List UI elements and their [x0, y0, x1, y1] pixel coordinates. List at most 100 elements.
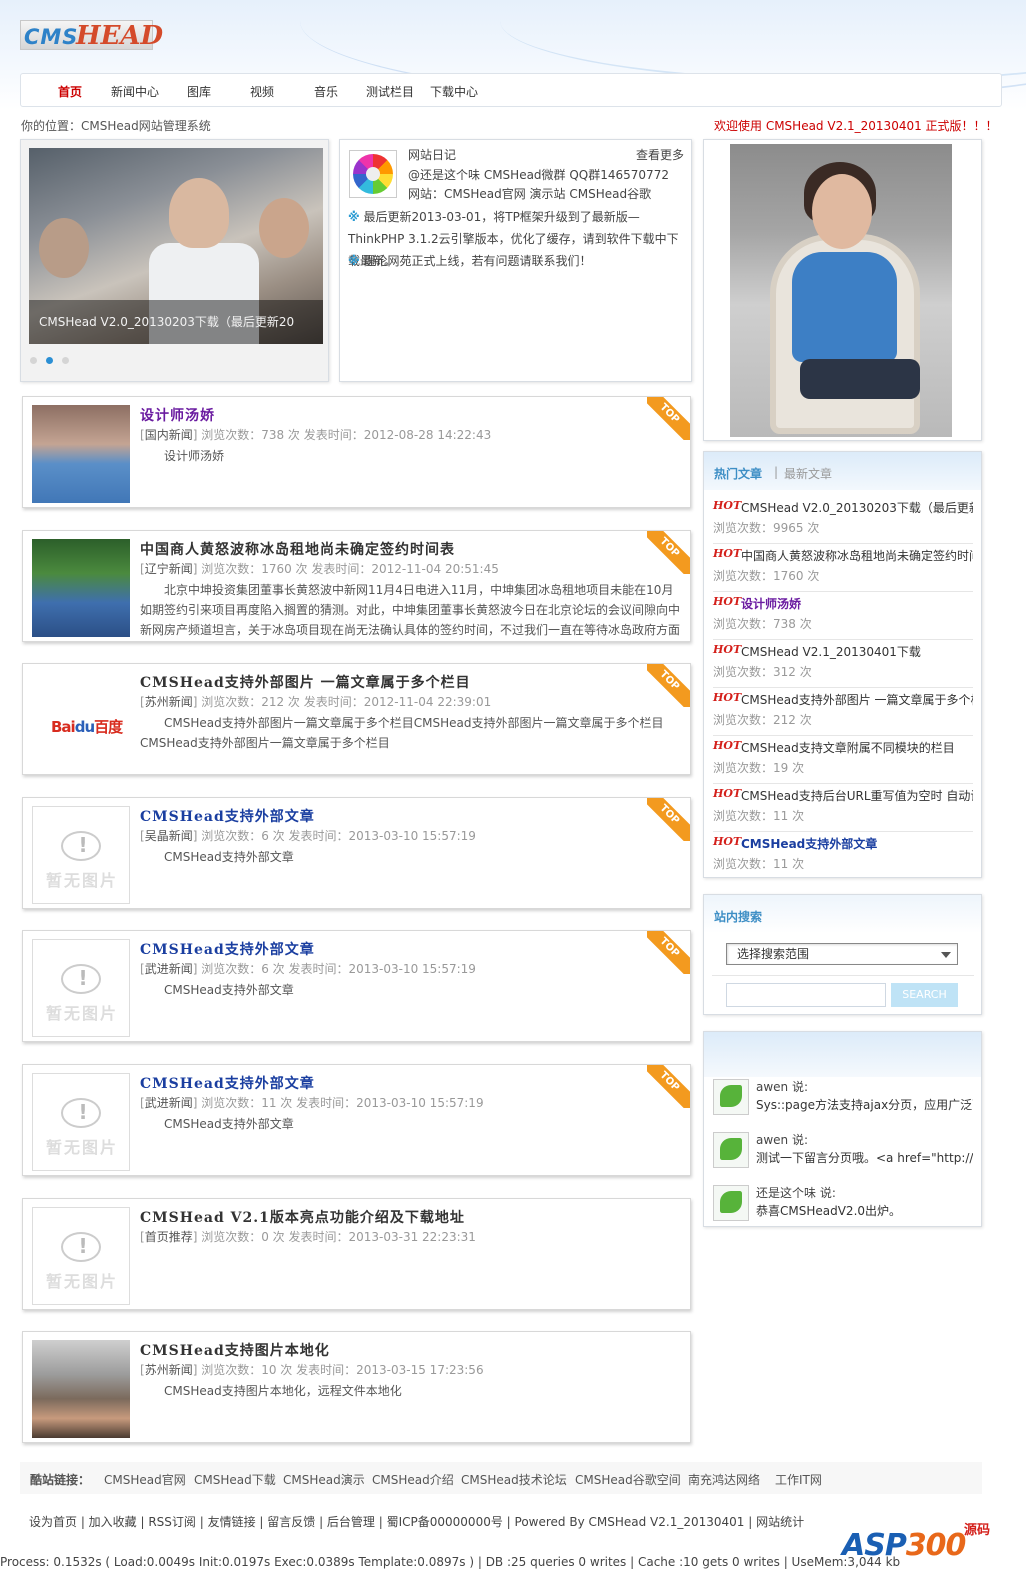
- guestbook-message[interactable]: 恭喜CMSHeadV2.0出炉。: [756, 1202, 973, 1219]
- article-thumbnail[interactable]: [32, 1340, 130, 1438]
- hot-article-views: 浏览次数：212 次: [713, 713, 812, 727]
- friend-link[interactable]: CMSHead介绍: [372, 1471, 454, 1488]
- footer-links[interactable]: 设为首页 | 加入收藏 | RSS订阅 | 友情链接 | 留言反馈 | 后台管理…: [29, 1513, 804, 1530]
- no-image-thumbnail[interactable]: ! 暂无图片: [32, 939, 130, 1037]
- no-image-thumbnail[interactable]: ! 暂无图片: [32, 1073, 130, 1171]
- friend-link[interactable]: CMSHead技术论坛: [461, 1471, 567, 1488]
- slider-dot-2[interactable]: [46, 357, 53, 364]
- hot-article-item[interactable]: HOT CMSHead支持文章附属不同模块的栏目 浏览次数：19 次: [713, 736, 973, 784]
- main-nav: 首页 新闻中心 图库 视频 音乐 测试栏目 下载中心: [20, 73, 1002, 107]
- hot-badge: HOT: [713, 547, 742, 560]
- article-title[interactable]: CMSHead支持外部文章: [140, 1073, 315, 1093]
- nav-video[interactable]: 视频: [250, 83, 274, 100]
- hot-article-item[interactable]: HOT CMSHead V2.0_20130203下载（最后更新2 浏览次数：996…: [713, 496, 973, 544]
- nav-gallery[interactable]: 图库: [187, 83, 211, 100]
- hot-article-title[interactable]: CMSHead支持文章附属不同模块的栏目: [741, 739, 973, 756]
- article-thumbnail[interactable]: [32, 405, 130, 503]
- nav-news[interactable]: 新闻中心: [111, 83, 159, 100]
- article-title[interactable]: 设计师汤娇: [140, 405, 215, 425]
- site-logo[interactable]: CMS HEAD: [20, 20, 163, 51]
- article-card: ! 暂无图片 CMSHead支持外部文章 [吴晶新闻] 浏览次数：6 次 发表时间…: [22, 797, 691, 909]
- nav-music[interactable]: 音乐: [314, 83, 338, 100]
- breadcrumb: 你的位置：CMSHead网站管理系统: [21, 119, 211, 133]
- guestbook-item[interactable]: awen 说: 测试一下留言分页哦。<a href="http://w: [713, 1129, 973, 1177]
- divider: [712, 975, 974, 976]
- article-meta: [苏州新闻] 浏览次数：10 次 发表时间：2013-03-15 17:23:5…: [140, 1363, 484, 1377]
- article-meta: [武进新闻] 浏览次数：6 次 发表时间：2013-03-10 15:57:19: [140, 962, 476, 976]
- friend-link[interactable]: 南充鸿达网络: [688, 1471, 760, 1488]
- article-thumbnail[interactable]: [32, 539, 130, 637]
- article-title[interactable]: CMSHead支持图片本地化: [140, 1340, 330, 1360]
- hot-article-title[interactable]: CMSHead V2.1_20130401下载: [741, 643, 973, 660]
- hot-articles-panel: 热门文章 | 最新文章 HOT CMSHead V2.0_20130203下载（最…: [703, 451, 982, 878]
- tab-latest-articles[interactable]: 最新文章: [784, 465, 832, 482]
- friend-link[interactable]: 工作IT网: [775, 1471, 822, 1488]
- search-title: 站内搜索: [714, 910, 763, 924]
- article-card: Baidu百度 CMSHead支持外部图片 一篇文章属于多个栏目 [苏州新闻] …: [22, 663, 691, 775]
- hot-article-item[interactable]: HOT CMSHead支持外部文章 浏览次数：11 次: [713, 832, 973, 880]
- friend-link[interactable]: CMSHead谷歌空间: [575, 1471, 681, 1488]
- guestbook-panel: awen 说: Sys::page方法支持ajax分页，应用广泛而 awen 说:…: [703, 1031, 982, 1227]
- nav-home[interactable]: 首页: [58, 83, 82, 100]
- hot-article-title[interactable]: CMSHead支持后台URL重写值为空时 自动设: [741, 787, 973, 804]
- article-card: ! 暂无图片 CMSHead V2.1版本亮点功能介绍及下载地址 [首页推荐] 浏…: [22, 1198, 691, 1310]
- hot-article-views: 浏览次数：11 次: [713, 809, 805, 823]
- friend-link[interactable]: CMSHead官网: [104, 1471, 186, 1488]
- guestbook-message[interactable]: 测试一下留言分页哦。<a href="http://w: [756, 1149, 973, 1166]
- diary-line-qq: @还是这个味 CMSHead微群 QQ群146570772: [408, 168, 669, 182]
- hot-article-title[interactable]: CMSHead支持外部文章: [741, 835, 973, 852]
- article-title[interactable]: CMSHead支持外部文章: [140, 939, 315, 959]
- hot-article-views: 浏览次数：9965 次: [713, 521, 820, 535]
- image-slider: CMSHead V2.0_20130203下载（最后更新20: [20, 139, 329, 382]
- hot-badge: HOT: [713, 835, 742, 848]
- slider-dot-3[interactable]: [62, 357, 69, 364]
- friend-link[interactable]: CMSHead演示: [283, 1471, 365, 1488]
- top-ribbon: TOP: [647, 1065, 690, 1108]
- no-image-thumbnail[interactable]: ! 暂无图片: [32, 1207, 130, 1305]
- article-title[interactable]: CMSHead支持外部文章: [140, 806, 315, 826]
- nav-test[interactable]: 测试栏目: [366, 83, 414, 100]
- guestbook-item[interactable]: awen 说: Sys::page方法支持ajax分页，应用广泛而: [713, 1076, 973, 1124]
- slide-caption[interactable]: CMSHead V2.0_20130203下载（最后更新20: [29, 300, 323, 344]
- hot-article-item[interactable]: HOT 设计师汤娇 浏览次数：738 次: [713, 592, 973, 640]
- featured-photo-box: [703, 139, 982, 441]
- nav-download[interactable]: 下载中心: [430, 83, 478, 100]
- article-title[interactable]: 中国商人黄怒波称冰岛租地尚未确定签约时间表: [140, 539, 455, 559]
- user-avatar-icon: [713, 1079, 749, 1115]
- hot-badge: HOT: [713, 499, 742, 512]
- hot-article-title[interactable]: 中国商人黄怒波称冰岛租地尚未确定签约时间: [741, 547, 973, 564]
- guestbook-author: 还是这个味 说:: [756, 1186, 836, 1200]
- article-meta: [武进新闻] 浏览次数：11 次 发表时间：2013-03-10 15:57:1…: [140, 1096, 484, 1110]
- hot-article-title[interactable]: CMSHead支持外部图片 一篇文章属于多个栏: [741, 691, 973, 708]
- diary-more-link[interactable]: 查看更多: [636, 146, 684, 163]
- article-title[interactable]: CMSHead支持外部图片 一篇文章属于多个栏目: [140, 672, 471, 692]
- diary-line-sites: 网站：CMSHead官网 演示站 CMSHead谷歌: [408, 187, 652, 201]
- hot-badge: HOT: [713, 691, 742, 704]
- guestbook-message[interactable]: Sys::page方法支持ajax分页，应用广泛而: [756, 1096, 973, 1113]
- hot-article-item[interactable]: HOT CMSHead支持外部图片 一篇文章属于多个栏浏览次数：212 次: [713, 688, 973, 736]
- featured-photo[interactable]: [730, 144, 952, 437]
- slider-dot-1[interactable]: [30, 357, 37, 364]
- article-card: 中国商人黄怒波称冰岛租地尚未确定签约时间表 [辽宁新闻] 浏览次数：1760 次…: [22, 530, 691, 642]
- site-search-panel: 站内搜索 选择搜索范围 SEARCH: [703, 894, 982, 1015]
- article-summary: 设计师汤娇: [164, 449, 225, 463]
- tab-hot-articles[interactable]: 热门文章: [714, 465, 762, 482]
- no-image-thumbnail[interactable]: ! 暂无图片: [32, 806, 130, 904]
- color-wheel-avatar: [349, 150, 397, 198]
- friend-link[interactable]: CMSHead下载: [194, 1471, 276, 1488]
- article-title[interactable]: CMSHead V2.1版本亮点功能介绍及下载地址: [140, 1207, 465, 1227]
- hot-article-item[interactable]: HOT CMSHead支持后台URL重写值为空时 自动设 浏览次数：11 次: [713, 784, 973, 832]
- hot-article-item[interactable]: HOT CMSHead V2.1_20130401下载 浏览次数：312 次: [713, 640, 973, 688]
- article-summary: CMSHead支持外部图片一篇文章属于多个栏目CMSHead支持外部图片一篇文章…: [140, 716, 664, 750]
- search-input[interactable]: [726, 983, 886, 1007]
- hot-article-title[interactable]: 设计师汤娇: [741, 595, 973, 612]
- article-meta: [国内新闻] 浏览次数：738 次 发表时间：2012-08-28 14:22:…: [140, 428, 492, 442]
- hot-article-views: 浏览次数：312 次: [713, 665, 812, 679]
- guestbook-item[interactable]: 还是这个味 说: 恭喜CMSHeadV2.0出炉。: [713, 1182, 973, 1230]
- site-diary-panel: 网站日记 查看更多 @还是这个味 CMSHead微群 QQ群146570772 …: [339, 139, 692, 382]
- search-scope-select[interactable]: 选择搜索范围: [726, 943, 958, 965]
- hot-article-title[interactable]: CMSHead V2.0_20130203下载（最后更新2: [741, 499, 973, 516]
- hot-article-item[interactable]: HOT 中国商人黄怒波称冰岛租地尚未确定签约时间 浏览次数：1760 次: [713, 544, 973, 592]
- baidu-logo-thumbnail[interactable]: Baidu百度: [32, 672, 130, 770]
- search-button[interactable]: SEARCH: [891, 983, 958, 1007]
